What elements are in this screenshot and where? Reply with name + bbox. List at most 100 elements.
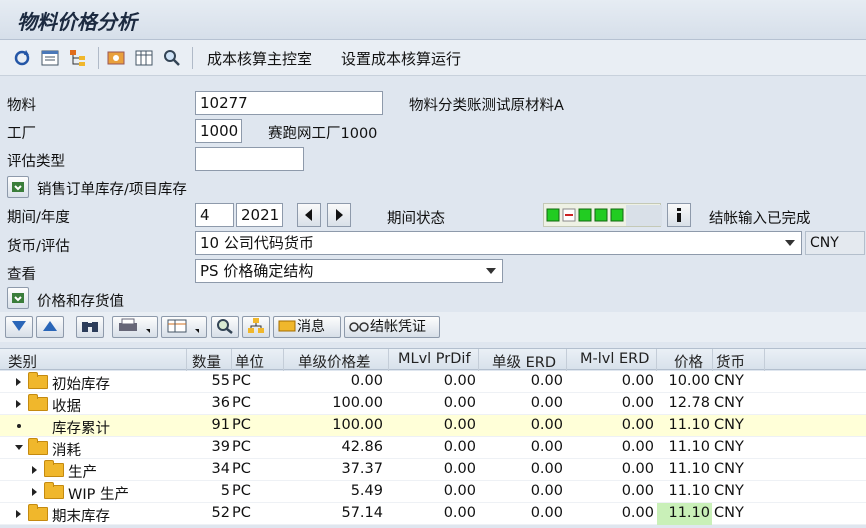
table-row[interactable]: 生产 34 PC 37.37 0.00 0.00 0.00 11.10 CNY — [0, 459, 866, 481]
col-category[interactable]: 类别 — [8, 351, 37, 372]
cell-mlvl-erd: 0.00 — [621, 483, 654, 499]
col-currency[interactable]: 货币 — [716, 351, 745, 372]
cell-unit: PC — [232, 373, 251, 389]
cell-quantity: 36 — [211, 395, 230, 411]
material-input[interactable]: 10277 — [195, 91, 383, 115]
status-lights-icon — [546, 205, 662, 226]
year-input[interactable]: 2021 — [236, 203, 283, 227]
layout-button[interactable] — [161, 316, 207, 338]
cell-category: 收据 — [52, 399, 81, 415]
print-icon — [119, 318, 150, 333]
period-status-text: 结帐输入已完成 — [709, 211, 811, 227]
expand-node-icon[interactable] — [16, 400, 21, 408]
plant-input[interactable]: 1000 — [195, 119, 242, 143]
table-row[interactable]: 期末库存 52 PC 57.14 0.00 0.00 0.00 11.10 CNY — [0, 503, 866, 525]
zoom-button[interactable] — [211, 316, 239, 338]
col-mlvl-prdif[interactable]: MLvl PrDif — [398, 351, 471, 367]
column-separator — [712, 349, 713, 371]
table-row[interactable]: 初始库存 55 PC 0.00 0.00 0.00 0.00 10.00 CNY — [0, 371, 866, 393]
cell-category: 初始库存 — [52, 377, 110, 393]
table-row[interactable]: 消耗 39 PC 42.86 0.00 0.00 0.00 11.10 CNY — [0, 437, 866, 459]
valuation-type-input[interactable] — [195, 147, 304, 171]
folder-icon — [28, 504, 48, 521]
messages-button[interactable]: 消息 — [273, 316, 341, 338]
cell-price: 11.10 — [668, 505, 710, 521]
col-quantity[interactable]: 数量 — [192, 351, 221, 372]
col-single-price-diff[interactable]: 单级价格差 — [298, 351, 371, 372]
setup-costing-run-link[interactable]: 设置成本核算运行 — [341, 48, 461, 69]
cell-single-price-diff: 57.14 — [341, 505, 383, 521]
expand-all-button[interactable] — [5, 316, 33, 338]
costing-cockpit-link[interactable]: 成本核算主控室 — [207, 48, 312, 69]
currency-select-value: 10 公司代码货币 — [200, 234, 314, 252]
binoculars-icon — [82, 322, 98, 332]
col-single-erd[interactable]: 单级 ERD — [492, 351, 556, 372]
info-button[interactable] — [667, 203, 691, 227]
cell-category: 库存累计 — [52, 421, 110, 437]
find-button[interactable] — [76, 316, 104, 338]
cell-quantity: 34 — [211, 461, 230, 477]
col-mlvl-erd[interactable]: M-lvl ERD — [580, 351, 649, 367]
cell-quantity: 91 — [211, 417, 230, 433]
currency-select[interactable]: 10 公司代码货币 — [195, 231, 802, 255]
cell-unit: PC — [232, 417, 251, 433]
plant-label: 工厂 — [7, 126, 36, 142]
cell-single-erd: 0.00 — [530, 505, 563, 521]
cell-mlvl-prdif: 0.00 — [443, 483, 476, 499]
cell-mlvl-prdif: 0.00 — [443, 417, 476, 433]
structure-icon — [248, 318, 264, 333]
folder-icon — [28, 438, 48, 455]
collapse-node-icon[interactable] — [15, 445, 23, 450]
table-icon[interactable] — [134, 48, 154, 68]
cell-quantity: 5 — [220, 483, 230, 499]
cell-unit: PC — [232, 461, 251, 477]
closing-document-button[interactable]: 结帐凭证 — [344, 316, 440, 338]
cell-unit: PC — [232, 483, 251, 499]
cell-single-erd: 0.00 — [530, 417, 563, 433]
column-separator — [478, 349, 479, 371]
cell-mlvl-prdif: 0.00 — [443, 395, 476, 411]
next-period-button[interactable] — [327, 203, 351, 227]
display-list-icon[interactable] — [40, 48, 60, 68]
hierarchy-icon[interactable] — [68, 48, 88, 68]
page-title: 物料价格分析 — [17, 10, 137, 34]
col-price[interactable]: 价格 — [674, 351, 703, 372]
table-row[interactable]: 收据 36 PC 100.00 0.00 0.00 0.00 12.78 CNY — [0, 393, 866, 415]
material-description: 物料分类账测试原材料A — [409, 98, 564, 114]
previous-period-button[interactable] — [297, 203, 321, 227]
cell-mlvl-erd: 0.00 — [621, 505, 654, 521]
expand-node-icon[interactable] — [32, 488, 37, 496]
period-input[interactable]: 4 — [195, 203, 234, 227]
cell-category: 期末库存 — [52, 509, 110, 525]
column-separator — [388, 349, 389, 371]
expand-node-icon[interactable] — [16, 378, 21, 386]
structure-button[interactable] — [242, 316, 270, 338]
table-row[interactable]: WIP 生产 5 PC 5.49 0.00 0.00 0.00 11.10 CNY — [0, 481, 866, 503]
expand-node-icon[interactable] — [32, 466, 37, 474]
table-row[interactable]: 库存累计 91 PC 100.00 0.00 0.00 0.00 11.10 CNY — [0, 415, 866, 437]
cell-mlvl-erd: 0.00 — [621, 417, 654, 433]
link-icon[interactable] — [106, 48, 126, 68]
view-select[interactable]: PS 价格确定结构 — [195, 259, 503, 283]
cell-quantity: 55 — [211, 373, 230, 389]
col-unit[interactable]: 单位 — [235, 351, 264, 372]
print-button[interactable] — [112, 316, 158, 338]
currency-code: CNY — [805, 231, 865, 255]
expand-icon — [12, 182, 24, 192]
cell-price: 10.00 — [668, 373, 710, 389]
cell-single-erd: 0.00 — [530, 395, 563, 411]
cell-mlvl-prdif: 0.00 — [443, 373, 476, 389]
find-icon[interactable] — [162, 48, 182, 68]
collapse-all-button[interactable] — [36, 316, 64, 338]
column-separator — [566, 349, 567, 371]
expand-node-icon[interactable] — [16, 510, 21, 518]
cell-unit: PC — [232, 395, 251, 411]
expand-sales-order-button[interactable] — [7, 176, 29, 198]
cell-mlvl-erd: 0.00 — [621, 395, 654, 411]
refresh-icon[interactable] — [12, 48, 32, 68]
cell-currency: CNY — [714, 461, 744, 477]
period-year-label: 期间/年度 — [7, 210, 70, 226]
folder-icon — [44, 460, 64, 477]
view-label: 查看 — [7, 267, 36, 283]
collapse-price-section-button[interactable] — [7, 287, 29, 309]
